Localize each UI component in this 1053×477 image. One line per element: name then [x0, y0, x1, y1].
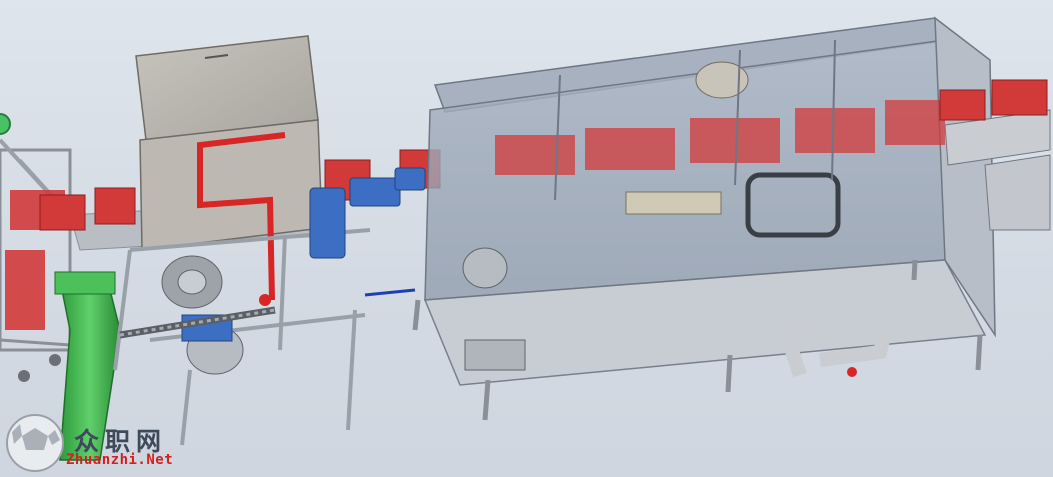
access-window: [625, 191, 722, 215]
watermark-url: Zhuanzhi.Net: [66, 452, 174, 468]
hopper-stand: [113, 228, 371, 446]
view-orientation-indicator[interactable]: [0, 113, 11, 135]
cad-viewport[interactable]: 众职网 Zhuanzhi.Net: [0, 0, 1053, 477]
machine-assembly-model[interactable]: [0, 0, 1053, 477]
hopper-unit[interactable]: [135, 35, 323, 306]
main-washer-enclosure[interactable]: [423, 16, 996, 386]
infeed-trolley[interactable]: [0, 138, 72, 382]
soccer-ball-globe-icon: [6, 414, 64, 472]
